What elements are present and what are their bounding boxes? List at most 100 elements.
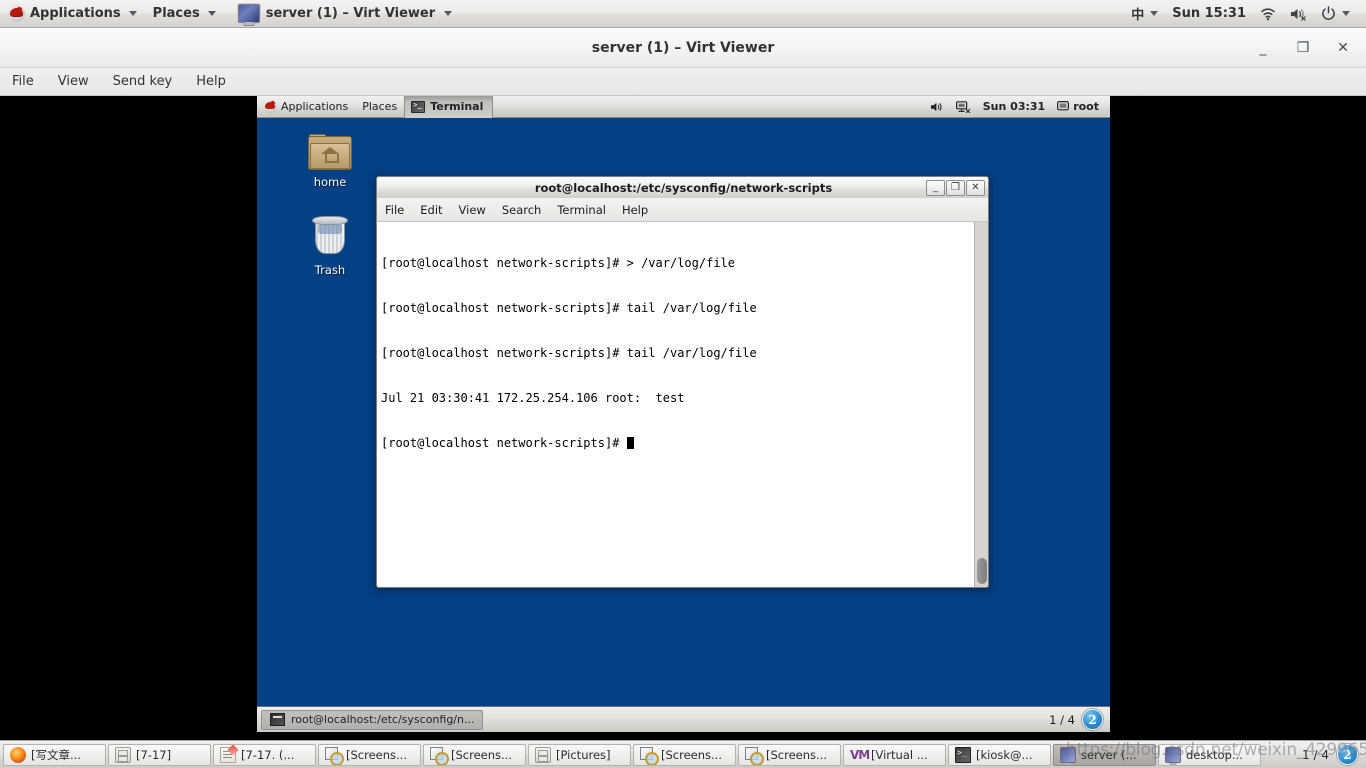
virt-viewer-title: server (1) – Virt Viewer: [591, 40, 775, 56]
taskbar-button-label: desktop...: [1186, 747, 1243, 762]
taskbar-button[interactable]: desktop...: [1158, 743, 1261, 766]
vm-tray: Sun 03:31 root: [925, 96, 1110, 118]
vm-window-button-terminal[interactable]: Terminal: [404, 96, 494, 118]
menu-send-key[interactable]: Send key: [101, 68, 185, 96]
desktop-icon-home[interactable]: home: [293, 134, 367, 189]
vm-network-button[interactable]: [951, 96, 976, 118]
host-window-button-virt-viewer[interactable]: server (1) – Virt Viewer: [230, 1, 460, 27]
input-method-indicator[interactable]: 中: [1125, 0, 1164, 28]
terminal-window-buttons: _ ❐ ✕: [926, 180, 985, 196]
terminal-menu-search[interactable]: Search: [494, 198, 550, 222]
taskbar-button[interactable]: VM [Virtual ...: [843, 743, 946, 766]
image-viewer-icon: [745, 746, 764, 765]
menu-file[interactable]: File: [0, 68, 46, 96]
vm-clock[interactable]: Sun 03:31: [978, 96, 1050, 118]
monitor-icon: [237, 4, 260, 23]
menu-view[interactable]: View: [46, 68, 101, 96]
image-viewer-icon: [640, 746, 659, 765]
terminal-titlebar[interactable]: root@localhost:/etc/sysconfig/network-sc…: [376, 176, 989, 198]
taskbar-button-active[interactable]: server (...: [1053, 743, 1156, 766]
desktop-icon-trash[interactable]: Trash: [293, 216, 367, 277]
vm-user-label: root: [1073, 100, 1099, 113]
host-taskbar: [写文章... [7-17] [7-17. (... [Screens... […: [0, 740, 1366, 768]
terminal-line: [root@localhost network-scripts]# tail /…: [381, 301, 757, 315]
volume-icon: [930, 102, 942, 111]
taskbar-button[interactable]: [写文章...: [3, 743, 106, 766]
menu-help[interactable]: Help: [184, 68, 238, 96]
file-manager-icon: [535, 746, 551, 763]
terminal-body[interactable]: [root@localhost network-scripts]# > /var…: [376, 222, 989, 588]
vm-display[interactable]: Applications Places Terminal: [257, 96, 1110, 732]
taskbar-button[interactable]: [Screens...: [318, 743, 421, 766]
host-clock[interactable]: Sun 15:31: [1166, 0, 1252, 28]
host-applications-menu[interactable]: Applications: [0, 0, 145, 28]
host-tray: 中 Sun 15:31: [1125, 0, 1366, 28]
taskbar-button[interactable]: [kiosk@...: [948, 743, 1051, 766]
terminal-menu-file[interactable]: File: [377, 198, 412, 222]
volume-muted-icon[interactable]: [1284, 0, 1313, 28]
terminal-close-button[interactable]: ✕: [966, 180, 985, 196]
terminal-menu-terminal[interactable]: Terminal: [549, 198, 614, 222]
terminal-title: root@localhost:/etc/sysconfig/network-sc…: [534, 181, 833, 195]
terminal-scrollbar[interactable]: [974, 222, 988, 587]
vm-taskbar-button-label: root@localhost:/etc/sysconfig/n...: [291, 713, 475, 726]
minimize-button[interactable]: _: [1256, 40, 1270, 56]
monitor-icon: [1165, 746, 1181, 763]
vm-applications-menu[interactable]: Applications: [257, 96, 355, 118]
taskbar-button[interactable]: [7-17. (...: [213, 743, 316, 766]
chevron-down-icon: [1150, 11, 1159, 16]
terminal-scrollbar-thumb[interactable]: [977, 558, 987, 584]
terminal-menu-help[interactable]: Help: [614, 198, 656, 222]
taskbar-button-label: [写文章...: [31, 747, 81, 762]
close-button[interactable]: ✕: [1336, 40, 1350, 56]
taskbar-button-label: [Screens...: [346, 747, 407, 762]
vm-taskbar-button-terminal[interactable]: root@localhost:/etc/sysconfig/n...: [261, 709, 484, 730]
chevron-down-icon: [207, 11, 216, 16]
taskbar-button[interactable]: [Pictures]: [528, 743, 631, 766]
vm-volume-button[interactable]: [925, 96, 949, 118]
input-method-label: 中: [1131, 8, 1145, 23]
terminal-menu-view[interactable]: View: [451, 198, 494, 222]
terminal-minimize-button[interactable]: _: [926, 180, 945, 196]
firefox-icon: [10, 746, 26, 763]
host-notification-badge[interactable]: 2: [1337, 744, 1358, 765]
taskbar-button-label: [Pictures]: [556, 747, 611, 762]
vm-user-menu[interactable]: root: [1052, 96, 1104, 118]
image-viewer-icon: [430, 746, 449, 765]
vm-bottom-right: 1 / 4 2: [1049, 709, 1106, 730]
virt-manager-icon: VM: [850, 747, 870, 762]
host-places-menu[interactable]: Places: [145, 0, 224, 28]
terminal-window[interactable]: root@localhost:/etc/sysconfig/network-sc…: [376, 176, 989, 588]
host-applications-label: Applications: [30, 6, 121, 21]
terminal-prompt-text: [root@localhost network-scripts]#: [381, 436, 627, 450]
taskbar-button[interactable]: [Screens...: [633, 743, 736, 766]
wifi-icon-svg: [1261, 7, 1275, 20]
volume-muted-icon-svg: [1291, 8, 1306, 21]
vm-places-menu[interactable]: Places: [355, 96, 404, 118]
image-viewer-icon: [325, 746, 344, 765]
virt-viewer-window-buttons: _ ❐ ✕: [1256, 28, 1358, 68]
wifi-icon[interactable]: [1254, 0, 1282, 28]
power-menu-button[interactable]: [1315, 0, 1356, 28]
taskbar-button-label: [7-17]: [136, 747, 172, 762]
terminal-line: [root@localhost network-scripts]# tail /…: [381, 346, 757, 360]
taskbar-button[interactable]: [Screens...: [423, 743, 526, 766]
terminal-output[interactable]: [root@localhost network-scripts]# > /var…: [377, 222, 974, 587]
home-folder-icon: [308, 134, 352, 172]
vm-notification-badge[interactable]: 2: [1082, 709, 1103, 730]
host-taskbar-right: 1 / 4 2: [1302, 744, 1363, 765]
file-manager-icon: [115, 746, 131, 763]
terminal-maximize-button[interactable]: ❐: [946, 180, 965, 196]
vm-workspace-indicator[interactable]: 1 / 4: [1049, 713, 1075, 727]
terminal-prompt-line: [root@localhost network-scripts]#: [381, 436, 970, 451]
maximize-button[interactable]: ❐: [1296, 40, 1310, 56]
taskbar-button[interactable]: [7-17]: [108, 743, 211, 766]
taskbar-button-label: [Virtual ...: [871, 747, 928, 762]
terminal-menu-edit[interactable]: Edit: [412, 198, 450, 222]
terminal-icon: [411, 100, 426, 113]
host-workspace-indicator[interactable]: 1 / 4: [1302, 748, 1329, 762]
screen: Applications Places server (1) – Virt Vi…: [0, 0, 1366, 768]
taskbar-button-label: [Screens...: [451, 747, 512, 762]
user-icon: [1057, 101, 1070, 111]
taskbar-button[interactable]: [Screens...: [738, 743, 841, 766]
